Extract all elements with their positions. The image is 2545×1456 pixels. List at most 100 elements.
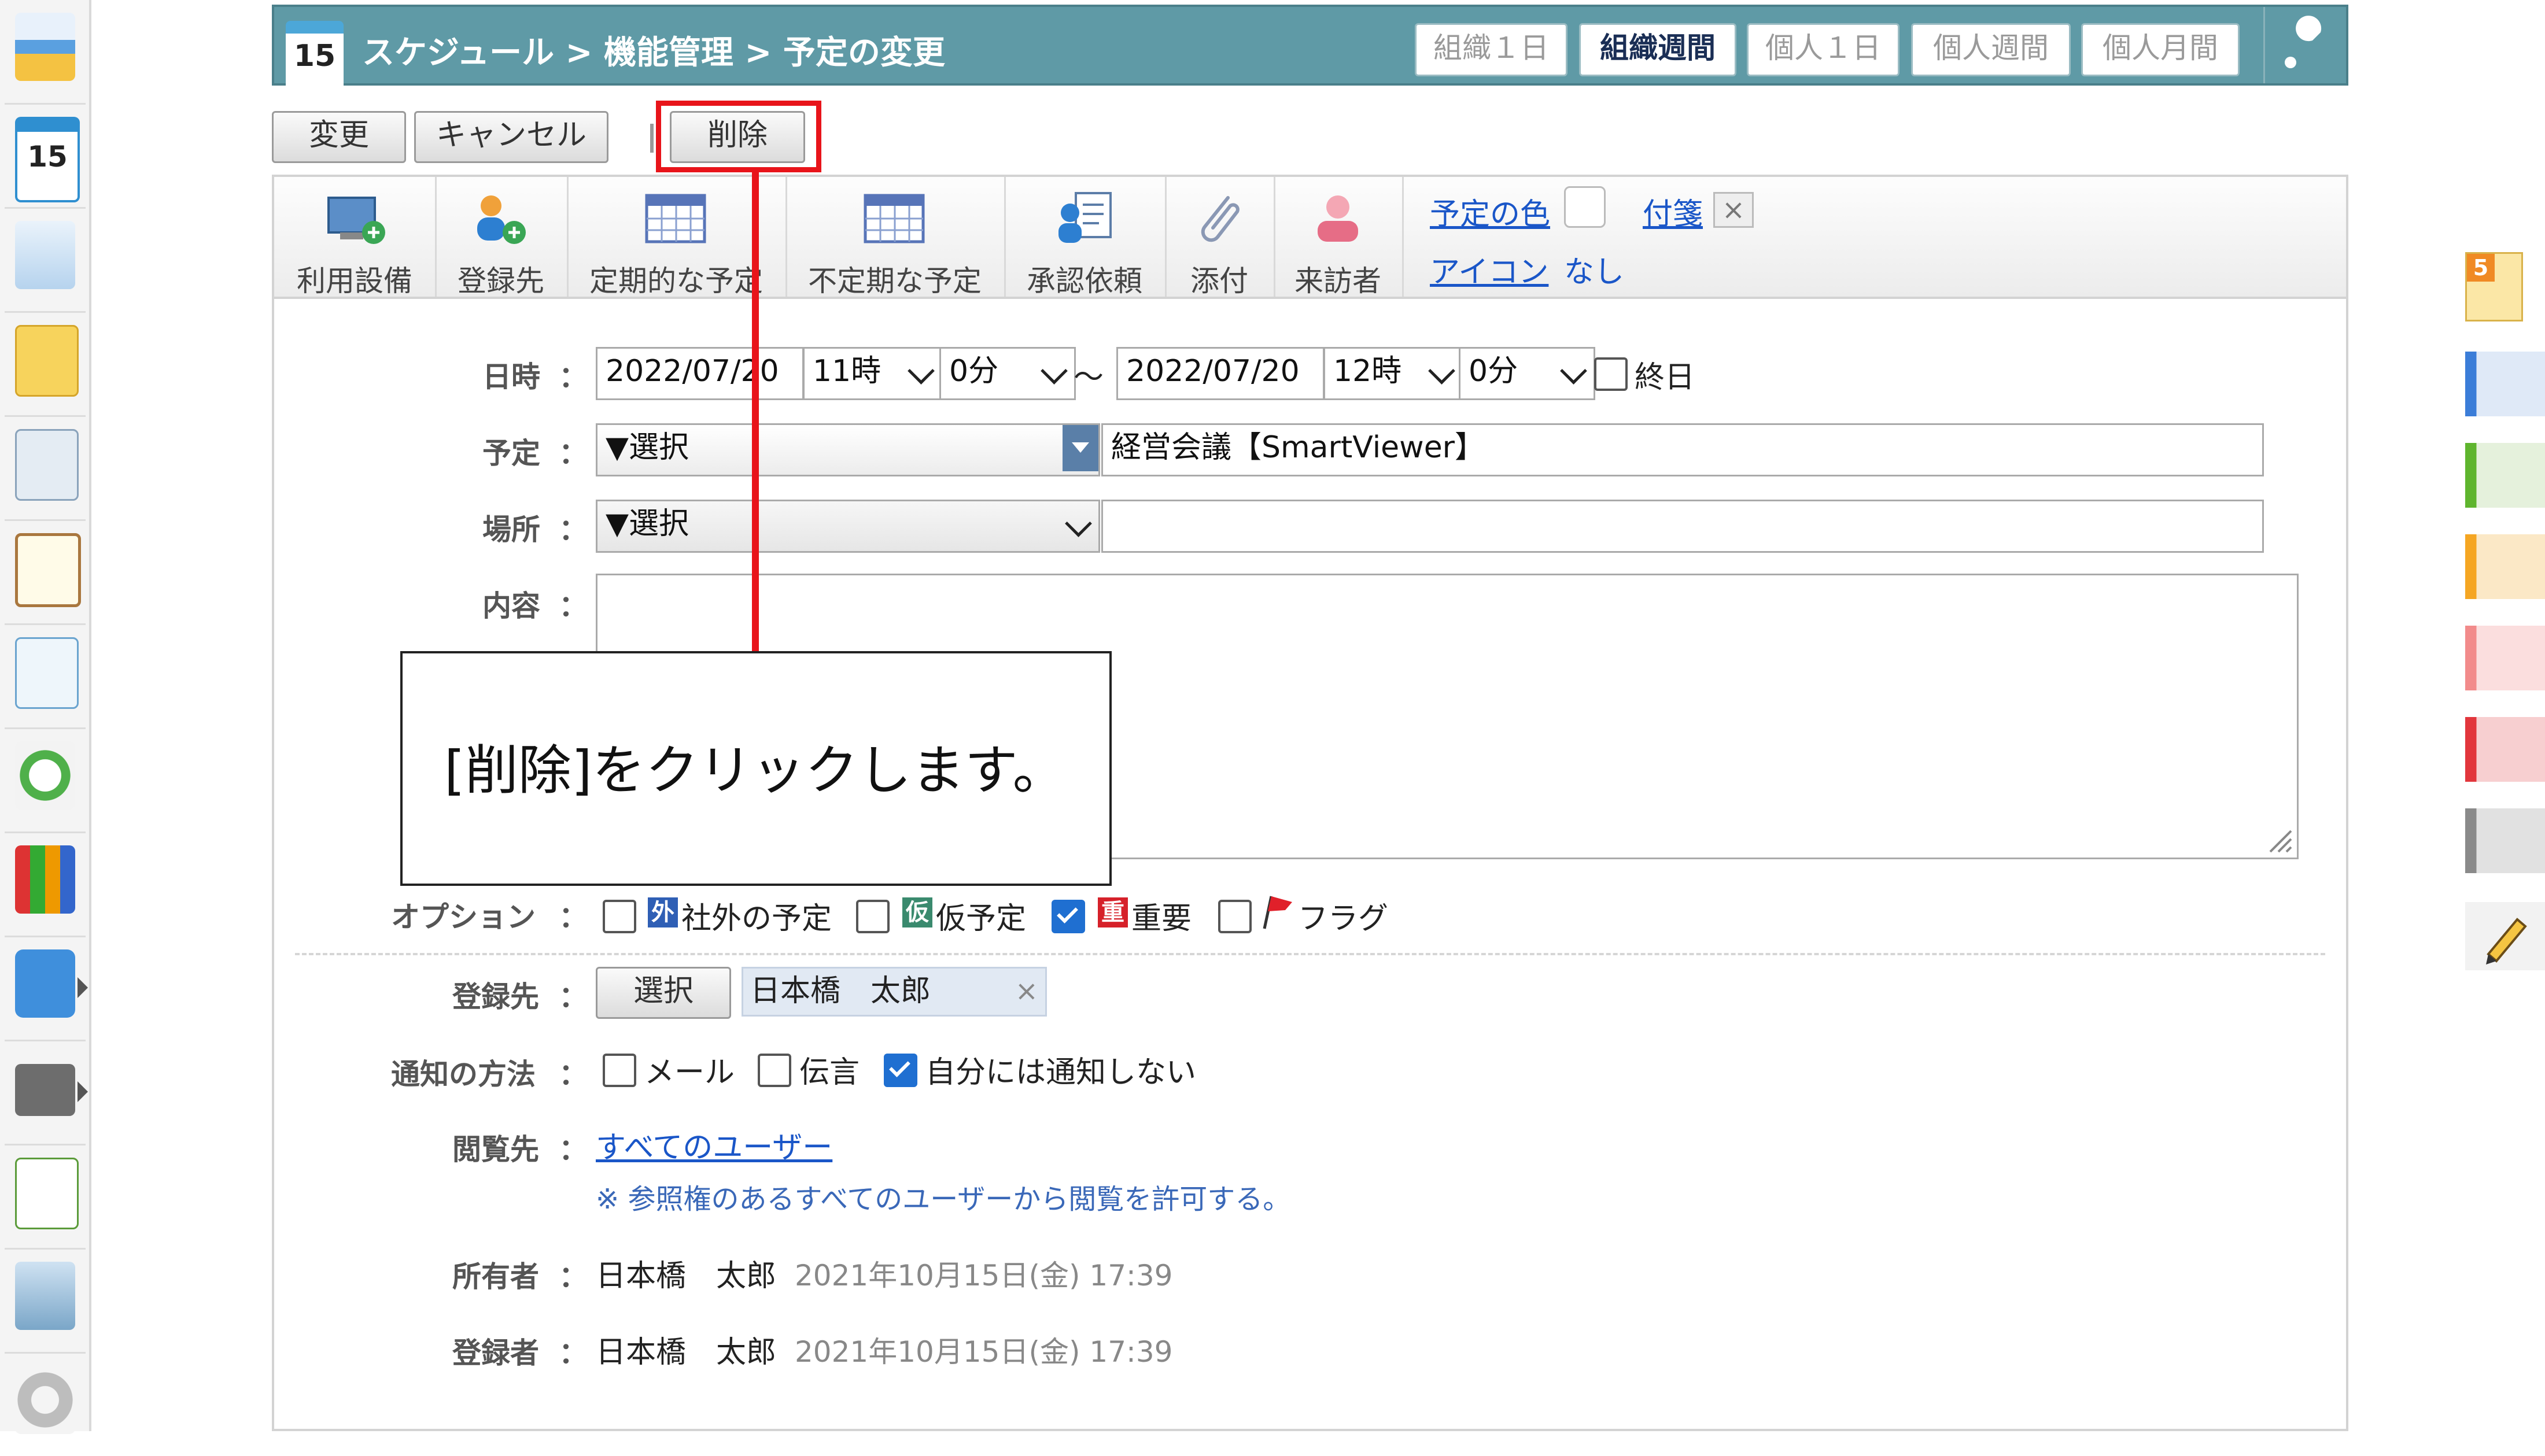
dock-schedule-day: 15 — [27, 140, 68, 173]
tentative-label: 仮予定 — [936, 901, 1027, 936]
sticky-note-link[interactable]: 付箋 — [1643, 190, 1703, 233]
icon-link[interactable]: アイコン — [1430, 247, 1548, 291]
dock-portal-icon[interactable] — [5, 0, 86, 105]
callout-connector — [752, 172, 759, 652]
dock-books-icon[interactable] — [5, 833, 86, 937]
visitor-icon — [1306, 190, 1370, 247]
content-label: 内容 — [482, 589, 540, 623]
sticky-notes-icon[interactable]: 5 — [2465, 252, 2523, 321]
dock-settings-icon[interactable] — [5, 1353, 86, 1456]
dropdown-button[interactable] — [1063, 425, 1098, 471]
tentative-checkbox[interactable] — [856, 900, 890, 933]
flag-checkbox[interactable] — [1218, 900, 1252, 933]
pencil-icon[interactable] — [2465, 902, 2545, 970]
viewers-link[interactable]: すべてのユーザー — [596, 1123, 832, 1166]
view-org-day-button[interactable]: 組織１日 — [1415, 23, 1567, 76]
tentative-badge-icon: 仮 — [902, 897, 932, 927]
color-tag-blue[interactable] — [2465, 352, 2545, 416]
dock-refresh-icon[interactable] — [5, 729, 86, 833]
start-min-select[interactable]: 0分 — [939, 347, 1076, 400]
chevron-down-icon — [1560, 357, 1587, 385]
schedule-title-input[interactable]: 経営会議【SmartViewer】 — [1101, 423, 2264, 476]
toolbar-facility-button[interactable]: 利用設備 — [274, 177, 437, 298]
notify-message-checkbox[interactable] — [758, 1054, 791, 1087]
end-min-select[interactable]: 0分 — [1459, 347, 1595, 400]
toolbar-label: 添付 — [1190, 264, 1248, 298]
view-personal-day-button[interactable]: 個人１日 — [1747, 23, 1899, 76]
calendar-grid-icon — [644, 190, 708, 247]
notify-mail-checkbox[interactable] — [603, 1054, 636, 1087]
place-select[interactable]: ▼選択 — [596, 500, 1100, 553]
cancel-button[interactable]: キャンセル — [414, 111, 608, 163]
toolbar-visitor-button[interactable]: 来訪者 — [1274, 177, 1404, 298]
color-tag-gray[interactable] — [2465, 808, 2545, 873]
place-select-value: ▼選択 — [606, 507, 689, 541]
important-badge-icon: 重 — [1098, 897, 1128, 927]
approval-icon — [1053, 190, 1116, 247]
flag-label: フラグ — [1298, 901, 1389, 936]
dock-memo-icon[interactable] — [5, 312, 86, 417]
important-label: 重要 — [1131, 901, 1192, 936]
dock-board-icon[interactable] — [5, 416, 86, 521]
view-org-week-button[interactable]: 組織週間 — [1579, 23, 1736, 76]
toolbar-approval-button[interactable]: 承認依頼 — [1004, 177, 1167, 298]
sticky-clear-icon[interactable]: × — [1713, 192, 1754, 228]
remove-registrant-icon[interactable]: × — [1015, 969, 1038, 1014]
dock-expand-icon[interactable] — [78, 1081, 88, 1102]
external-checkbox[interactable] — [603, 900, 636, 933]
view-personal-week-button[interactable]: 個人週間 — [1911, 23, 2071, 76]
breadcrumb: スケジュール > 機能管理 > 予定の変更 — [362, 34, 945, 72]
toolbar-label: 来訪者 — [1294, 264, 1381, 298]
notify-self-checkbox[interactable] — [884, 1054, 917, 1087]
end-date-input[interactable]: 2022/07/20 — [1116, 347, 1325, 400]
end-hour-select[interactable]: 12時 — [1323, 347, 1463, 400]
dock-search-icon[interactable] — [5, 624, 86, 729]
schedule-color-swatch[interactable] — [1564, 186, 1606, 228]
color-tag-orange[interactable] — [2465, 534, 2545, 599]
dock-expand-icon[interactable] — [78, 977, 88, 998]
change-button[interactable]: 変更 — [272, 111, 406, 163]
function-toolbar: 利用設備 登録先 定期的な予定 不定期な予定 承認依頼 添付 来訪者 予定の色 … — [272, 175, 2348, 299]
color-tag-green[interactable] — [2465, 443, 2545, 508]
dock-clipboard-icon[interactable] — [5, 520, 86, 625]
owner-name: 日本橋 太郎 — [596, 1259, 777, 1294]
schedule-color-link[interactable]: 予定の色 — [1430, 190, 1550, 233]
start-date-input[interactable]: 2022/07/20 — [596, 347, 804, 400]
icon-value: なし — [1564, 255, 1625, 290]
chevron-down-icon — [1065, 510, 1092, 537]
delete-highlight-box — [656, 101, 821, 172]
registrant-select-button[interactable]: 選択 — [596, 967, 731, 1019]
toolbar-irregular-schedule-button[interactable]: 不定期な予定 — [785, 177, 1006, 298]
owner-date: 2021年10月15日(金) 17:39 — [795, 1259, 1173, 1292]
dock-schedule-icon[interactable]: 15 — [5, 104, 86, 209]
allday-checkbox[interactable] — [1594, 357, 1628, 391]
toolbar-attach-button[interactable]: 添付 — [1165, 177, 1275, 298]
dock-folder-icon[interactable] — [5, 1041, 88, 1145]
allday-label: 終日 — [1635, 360, 1695, 395]
color-tag-red[interactable] — [2465, 717, 2545, 782]
view-personal-month-button[interactable]: 個人月間 — [2081, 23, 2240, 76]
viewers-label: 閲覧先 — [452, 1133, 539, 1166]
toolbar-label: 不定期な予定 — [808, 264, 982, 298]
colon: ： — [559, 1133, 588, 1166]
dock-neo-icon[interactable] — [5, 937, 88, 1041]
users-icon — [469, 190, 533, 247]
important-checkbox[interactable] — [1052, 900, 1085, 933]
start-hour-select[interactable]: 11時 — [803, 347, 943, 400]
creator-label: 登録者 — [452, 1336, 539, 1370]
dock-facility-icon[interactable] — [5, 208, 86, 313]
datetime-label: 日時 — [482, 360, 540, 394]
toolbar-registrant-button[interactable]: 登録先 — [435, 177, 569, 298]
colon: ： — [559, 589, 588, 623]
schedule-type-value: ▼選択 — [606, 430, 689, 465]
dock-site-icon[interactable] — [5, 1249, 86, 1354]
schedule-label: 予定 — [482, 437, 540, 470]
color-tag-pink[interactable] — [2465, 626, 2545, 690]
schedule-type-select[interactable]: ▼選択 — [596, 423, 1100, 476]
external-badge-icon: 外 — [648, 897, 678, 927]
place-input[interactable] — [1101, 500, 2264, 553]
dock-app-icon[interactable] — [5, 1145, 86, 1250]
settings-wrench-icon[interactable] — [2263, 7, 2346, 83]
resize-handle-icon[interactable] — [2264, 825, 2293, 854]
sticky-count-badge: 5 — [2467, 254, 2495, 282]
